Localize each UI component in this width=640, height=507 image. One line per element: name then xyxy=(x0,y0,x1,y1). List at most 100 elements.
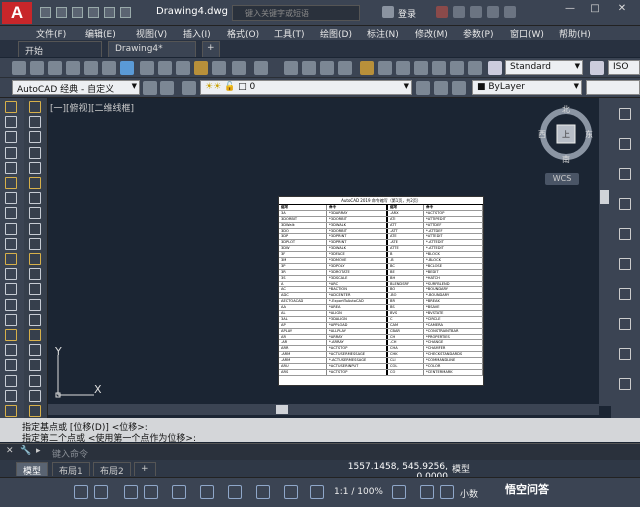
point-tool-icon[interactable] xyxy=(5,329,17,341)
help-icon[interactable] xyxy=(504,6,516,18)
open-file-icon[interactable] xyxy=(56,7,67,18)
make-current-layer-icon[interactable] xyxy=(416,81,430,95)
dim-diameter-icon[interactable] xyxy=(619,258,631,270)
tab-layout2[interactable]: 布局2 xyxy=(93,462,131,477)
blend-tool-icon[interactable] xyxy=(5,222,17,235)
cut-icon[interactable] xyxy=(140,61,154,75)
maximize-button[interactable]: □ xyxy=(585,3,605,17)
linetype-select[interactable] xyxy=(586,80,640,95)
plus-icon[interactable] xyxy=(420,485,434,499)
connect-icon[interactable] xyxy=(487,6,499,18)
new-icon[interactable] xyxy=(12,61,26,75)
viewport-controls[interactable]: [一][俯视][二维线框] xyxy=(50,101,134,114)
command-prompt-icon[interactable]: ▸ xyxy=(36,446,41,456)
offset-tool-icon[interactable] xyxy=(29,116,41,129)
xline-tool-icon[interactable] xyxy=(5,237,17,250)
login-button[interactable]: 登录 xyxy=(398,7,416,20)
menu-view[interactable]: 视图(V) xyxy=(136,27,167,40)
menu-file[interactable]: 文件(F) xyxy=(36,27,66,40)
paste-icon[interactable] xyxy=(176,61,190,75)
copy-tool-icon[interactable] xyxy=(5,389,17,402)
chamfer-tool-icon[interactable] xyxy=(29,192,41,205)
menu-help[interactable]: 帮助(H) xyxy=(559,27,591,40)
insert-tool-icon[interactable] xyxy=(5,313,17,326)
publish-icon[interactable] xyxy=(102,61,116,75)
dim-continue-icon[interactable] xyxy=(619,348,631,360)
pline-tool-icon[interactable] xyxy=(29,237,41,250)
calculator-icon[interactable] xyxy=(450,61,464,75)
layer-state-icon[interactable] xyxy=(452,81,466,95)
region-tool-icon[interactable] xyxy=(29,344,41,357)
zoom-realtime-icon[interactable] xyxy=(302,61,316,75)
undo-icon[interactable] xyxy=(232,61,246,75)
line-tool-icon[interactable] xyxy=(29,222,41,235)
horizontal-scrollbar[interactable] xyxy=(48,404,599,415)
addselected-tool-icon[interactable] xyxy=(5,374,17,387)
save-icon[interactable] xyxy=(48,61,62,75)
command-abbreviation-table[interactable]: AutoCAD 2019 命令缩写（第1页，共2页） 缩写 命令 缩写 命令 3… xyxy=(278,196,484,386)
grid-icon[interactable] xyxy=(74,485,88,499)
join-tool-icon[interactable] xyxy=(5,192,17,205)
tab-drawing4[interactable]: Drawing4* xyxy=(108,41,196,57)
dim-linear-icon[interactable] xyxy=(619,108,631,120)
wrench-icon[interactable]: 🔧 xyxy=(20,446,31,456)
model-space-button[interactable]: 模型 xyxy=(452,462,470,475)
annotation-visibility-icon[interactable] xyxy=(284,485,298,499)
layer-previous-icon[interactable] xyxy=(434,81,448,95)
scroll-thumb[interactable] xyxy=(276,405,288,414)
viewcube[interactable]: 北 南 东 西 上 xyxy=(537,103,595,163)
dim-style-select[interactable]: ISO xyxy=(608,60,640,75)
pan-icon[interactable] xyxy=(284,61,298,75)
table-tool-icon[interactable] xyxy=(5,359,17,372)
spline-tool-icon[interactable] xyxy=(29,283,41,296)
search-input[interactable]: 键入关键字或短语 xyxy=(232,5,360,21)
zoom-window-icon[interactable] xyxy=(320,61,334,75)
menu-parametric[interactable]: 参数(P) xyxy=(463,27,493,40)
dim-radius-icon[interactable] xyxy=(619,228,631,240)
mtext-tool-icon[interactable] xyxy=(29,359,41,372)
block-tool-icon[interactable] xyxy=(29,313,41,326)
break-tool-icon[interactable] xyxy=(29,177,41,189)
arc-tool-icon[interactable] xyxy=(5,268,17,281)
workspace-select[interactable]: AutoCAD 经典 - 自定义 ▼ xyxy=(12,80,140,95)
gear-icon[interactable] xyxy=(392,485,406,499)
erase-tool-icon[interactable] xyxy=(29,374,41,387)
plot-icon[interactable] xyxy=(66,61,80,75)
3dosnap-icon[interactable] xyxy=(228,485,242,499)
polygon-tool-icon[interactable] xyxy=(5,253,17,265)
polar-icon[interactable] xyxy=(144,485,158,499)
preview-icon[interactable] xyxy=(84,61,98,75)
text-style-select[interactable]: Standard ▼ xyxy=(505,60,583,75)
fillet-tool-icon[interactable] xyxy=(5,207,17,220)
gear-icon[interactable] xyxy=(143,81,157,95)
properties-icon[interactable] xyxy=(360,61,374,75)
menu-draw[interactable]: 绘图(D) xyxy=(320,27,352,40)
move-tool-icon[interactable] xyxy=(29,131,41,144)
ellipse-tool-icon[interactable] xyxy=(5,298,17,311)
snap-icon[interactable] xyxy=(94,485,108,499)
annotation-scale[interactable]: 1:1 / 100% xyxy=(334,487,383,497)
menu-modify[interactable]: 修改(M) xyxy=(415,27,448,40)
ortho-icon[interactable] xyxy=(124,485,138,499)
dynucs-icon[interactable] xyxy=(256,485,270,499)
layer-properties-icon[interactable] xyxy=(182,81,196,95)
app-logo-button[interactable]: A xyxy=(2,2,32,24)
cart-icon[interactable] xyxy=(470,6,482,18)
explode-tool-icon[interactable] xyxy=(29,207,41,220)
dim-baseline-icon[interactable] xyxy=(619,318,631,330)
save-as-icon[interactable] xyxy=(88,7,99,18)
menu-insert[interactable]: 插入(I) xyxy=(183,27,211,40)
offset-tool-icon[interactable] xyxy=(5,405,17,417)
close-button[interactable]: ✕ xyxy=(612,3,632,17)
dim-ordinate-icon[interactable] xyxy=(619,198,631,210)
rectang-tool-icon[interactable] xyxy=(29,253,41,265)
extend-tool-icon[interactable] xyxy=(5,177,17,189)
gradient-tool-icon[interactable] xyxy=(5,344,17,357)
save-icon[interactable] xyxy=(72,7,83,18)
stretch-tool-icon[interactable] xyxy=(5,161,17,174)
help-icon[interactable] xyxy=(468,61,482,75)
dim-aligned-icon[interactable] xyxy=(619,138,631,150)
isolate-icon[interactable] xyxy=(440,485,454,499)
zoom-previous-icon[interactable] xyxy=(338,61,352,75)
osnap-icon[interactable] xyxy=(200,485,214,499)
